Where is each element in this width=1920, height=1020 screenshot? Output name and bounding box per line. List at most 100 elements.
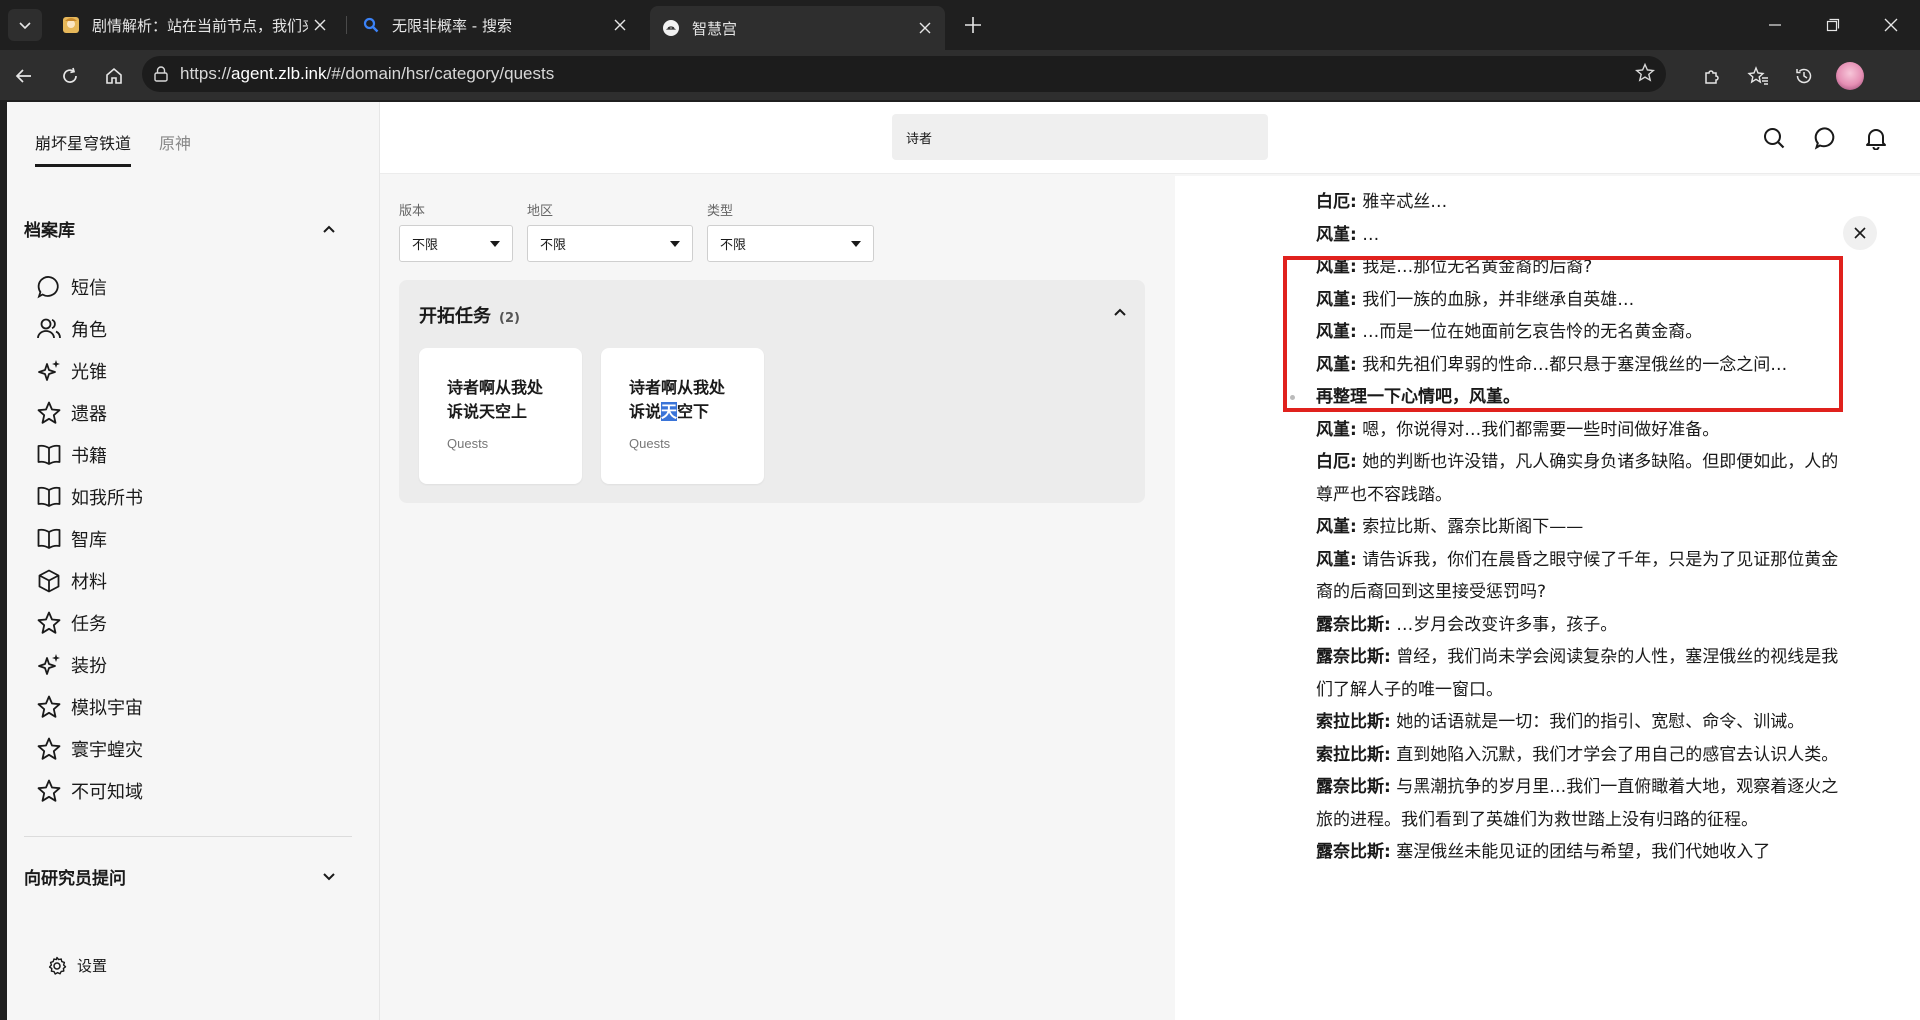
title-text: 空下 [677,402,710,421]
site-info-icon[interactable] [152,65,172,83]
sidebar-item-think-tank[interactable]: 智库 [35,518,143,560]
quest-card-title: 诗者啊从我处诉说天空下 [629,376,739,424]
quest-card-subtitle: Quests [629,436,671,451]
sidebar-item-books[interactable]: 书籍 [35,434,143,476]
close-detail-button[interactable] [1843,216,1877,250]
sidebar-item-as-i-write[interactable]: 如我所书 [35,476,143,518]
tab-title: 智慧宫 [692,19,738,38]
favorites-button[interactable] [1742,60,1774,92]
chevron-down-icon [19,22,31,30]
home-button[interactable] [98,60,130,92]
dialogue-line: 索拉比斯: 她的话语就是一切：我们的指引、宽慰、命令、训诫。 [1316,706,1841,739]
sidebar-item-quests[interactable]: 任务 [35,602,143,644]
users-icon [35,315,63,343]
new-tab-button[interactable] [958,10,988,40]
dialogue-line: 露奈比斯: 曾经，我们尚未学会阅读复杂的人性，塞涅俄丝的视线是我们了解人子的唯一… [1316,641,1841,706]
back-button[interactable] [8,60,40,92]
speaker-name: 风堇: [1316,257,1357,277]
book-icon [35,441,63,469]
extensions-button[interactable] [1696,60,1728,92]
sidebar-item-swarm-disaster[interactable]: 寰宇蝗灾 [35,728,143,770]
dialogue-text: … [1362,224,1380,245]
address-bar[interactable]: https://agent.zlb.ink/#/domain/hsr/categ… [142,56,1666,92]
history-button[interactable] [1788,60,1820,92]
dialogue-text: 白厄: 雅辛忒丝… 风堇: … 风堇: 我是…那位无名黄金裔的后裔? 风堇: 我们一族… [1290,176,1841,869]
dialogue-text: …岁月会改变许多事，孩子。 [1396,614,1618,635]
sidebar-item-label: 任务 [71,614,107,635]
speaker-name: 风堇: [1316,549,1357,570]
sidebar-item-materials[interactable]: 材料 [35,560,143,602]
url-text: https://agent.zlb.ink/#/domain/hsr/categ… [180,64,554,84]
sidebar-item-outfits[interactable]: 装扮 [35,644,143,686]
web-page: 崩坏星穹铁道 原神 档案库 短信 角色 光锥 遗器 书籍 如我所书 智库 材料 … [7,102,1920,1020]
dialogue-lines-after: 风堇: 嗯，你说得对…我们都需要一些时间做好准备。 白厄: 她的判断也许没错，凡人… [1316,414,1841,869]
close-tab-icon[interactable] [913,16,937,40]
minimize-icon [1769,24,1781,26]
sidebar-item-label: 光锥 [71,362,107,383]
ask-researcher-section-header[interactable]: 向研究员提问 [24,864,336,889]
dialogue-lines-before: 白厄: 雅辛忒丝… 风堇: … 风堇: 我是…那位无名黄金裔的后裔? 风堇: 我们一族… [1316,186,1841,381]
book-icon [35,525,63,553]
select-value: 不限 [720,238,747,253]
archive-section-header[interactable]: 档案库 [24,216,336,241]
chat-icon[interactable] [1812,124,1840,152]
close-window-button[interactable] [1868,0,1914,50]
speaker-name: 风堇: [1316,289,1357,310]
dialogue-line: 风堇: 索拉比斯、露奈比斯阁下—— [1316,511,1841,544]
dialogue-line: 露奈比斯: 塞涅俄丝未能见证的团结与希望，我们代她收入了 [1316,836,1841,869]
profile-avatar[interactable] [1836,62,1864,90]
quest-card[interactable]: 诗者啊从我处诉说天空上 Quests [419,348,582,484]
quest-card-subtitle: Quests [447,436,489,451]
settings-button[interactable]: 设置 [47,955,107,976]
sidebar-item-messages[interactable]: 短信 [35,266,143,308]
minimize-window-button[interactable] [1752,0,1798,50]
search-icon[interactable] [1760,124,1788,152]
close-tab-icon[interactable] [308,13,332,37]
browser-tab-search[interactable]: 无限非概率 - 搜索 [350,8,640,42]
dialogue-line: 白厄: 她的判断也许没错，凡人确实身负诸多缺陷。但即便如此，人的尊严也不容践踏。 [1316,446,1841,511]
dialogue-text: 请告诉我，你们在晨昏之眼守候了千年，只是为了见证那位黄金裔的后裔回到这里接受惩罚… [1316,549,1839,603]
sidebar-item-light-cones[interactable]: 光锥 [35,350,143,392]
dialogue-text: 她的判断也许没错，凡人确实身负诸多缺陷。但即便如此，人的尊严也不容践踏。 [1316,452,1839,505]
tab-title: 剧情解析：站在当前节点，我们来 [92,16,308,35]
close-icon [1854,227,1866,239]
region-select[interactable]: 不限 [527,225,693,262]
version-select[interactable]: 不限 [399,225,513,262]
sidebar-item-relics[interactable]: 遗器 [35,392,143,434]
sidebar: 崩坏星穹铁道 原神 档案库 短信 角色 光锥 遗器 书籍 如我所书 智库 材料 … [7,102,380,1020]
home-icon [106,67,122,84]
archive-title: 档案库 [24,221,75,241]
speaker-name: 露奈比斯: [1316,647,1391,667]
sidebar-item-unknowable-domain[interactable]: 不可知域 [35,770,143,812]
caret-down-icon [490,240,500,247]
sidebar-item-simulated-universe[interactable]: 模拟宇宙 [35,686,143,728]
browser-tab-story[interactable]: 剧情解析：站在当前节点，我们来 [50,8,340,42]
sidebar-item-label: 材料 [71,572,107,593]
restore-window-button[interactable] [1810,0,1856,50]
type-select[interactable]: 不限 [707,225,874,262]
bookmark-star-icon[interactable] [1634,62,1656,88]
sidebar-item-characters[interactable]: 角色 [35,308,143,350]
game-tab-genshin[interactable]: 原神 [159,130,191,167]
speaker-name: 露奈比斯: [1316,842,1391,862]
book-icon [35,483,63,511]
close-tab-icon[interactable] [608,13,632,37]
dialogue-line: 露奈比斯: 与黑潮抗争的岁月里…我们一直俯瞰着大地，观察着逐火之旅的进程。我们看… [1316,771,1841,836]
search-input[interactable]: 诗者 [892,114,1268,160]
browser-tab-zhihuigong[interactable]: 智慧宫 [650,6,945,50]
sidebar-item-label: 不可知域 [71,782,143,803]
bell-icon[interactable] [1862,124,1890,152]
reload-button[interactable] [54,60,86,92]
game-tab-hsr[interactable]: 崩坏星穹铁道 [35,130,132,167]
dialogue-line: 风堇: 我和先祖们卑弱的性命…都只悬于塞涅俄丝的一念之间… [1316,349,1841,382]
star-icon [35,735,63,763]
panel-title-text: 开拓任务 [419,306,491,327]
collapse-panel-button[interactable] [1113,304,1127,323]
refresh-icon [63,67,77,83]
sparkles-icon [35,357,63,385]
dialogue-line: 风堇: 我们一族的血脉，并非继承自英雄… [1316,284,1841,317]
dialogue-option[interactable]: 再整理一下心情吧，风堇。 [1290,381,1841,414]
tab-actions-menu-button[interactable] [8,9,42,41]
quest-card[interactable]: 诗者啊从我处诉说天空下 Quests [601,348,764,484]
star-icon [35,399,63,427]
